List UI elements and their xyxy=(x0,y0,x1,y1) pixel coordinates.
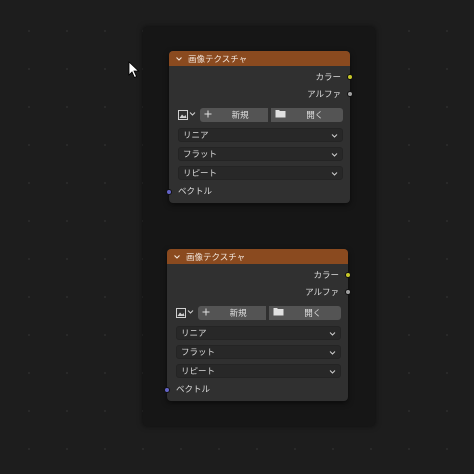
projection-value: フラット xyxy=(183,150,218,160)
extension-value: リピート xyxy=(181,367,216,377)
input-vector-label: ベクトル xyxy=(178,187,213,197)
chevron-down-icon xyxy=(329,349,336,356)
chevron-down-icon xyxy=(331,132,338,139)
new-image-label: 新規 xyxy=(229,309,247,319)
output-color-label: カラー xyxy=(313,270,339,281)
output-alpha-label: アルファ xyxy=(305,287,339,298)
input-vector-label: ベクトル xyxy=(176,385,211,395)
node-title: 画像テクスチャ xyxy=(186,252,246,263)
extension-dropdown[interactable]: リピート xyxy=(178,166,343,180)
color-output-socket[interactable] xyxy=(345,271,351,278)
input-vector-row: ベクトル xyxy=(166,183,350,199)
output-alpha-label: アルファ xyxy=(307,89,341,100)
interpolation-dropdown[interactable]: リニア xyxy=(176,326,341,340)
output-alpha-row: アルファ xyxy=(169,85,353,102)
folder-icon xyxy=(273,307,284,319)
chevron-down-icon xyxy=(189,110,196,120)
chevron-down-icon xyxy=(331,151,338,158)
node-title: 画像テクスチャ xyxy=(188,54,248,65)
projection-dropdown[interactable]: フラット xyxy=(176,345,341,359)
image-browse-button[interactable] xyxy=(176,306,196,320)
extension-value: リピート xyxy=(183,169,218,179)
node-header[interactable]: 画像テクスチャ xyxy=(169,51,350,66)
image-icon xyxy=(178,110,188,120)
output-color-row: カラー xyxy=(169,68,353,85)
interpolation-value: リニア xyxy=(181,329,207,339)
open-image-label: 開く xyxy=(304,309,322,319)
open-image-label: 開く xyxy=(306,111,324,121)
vector-input-socket[interactable] xyxy=(164,386,170,393)
image-selector-row: 新規 開く xyxy=(178,108,344,122)
image-texture-node-2[interactable]: 画像テクスチャ カラー アルファ 新規 開く リニア フラット リピート ベクト… xyxy=(164,249,351,401)
open-image-button[interactable]: 開く xyxy=(269,306,342,320)
chevron-down-icon[interactable] xyxy=(175,55,183,63)
output-color-label: カラー xyxy=(315,72,341,83)
alpha-output-socket[interactable] xyxy=(347,90,353,97)
chevron-down-icon xyxy=(329,330,336,337)
chevron-down-icon[interactable] xyxy=(173,253,181,261)
extension-dropdown[interactable]: リピート xyxy=(176,364,341,378)
interpolation-value: リニア xyxy=(183,131,209,141)
node-header[interactable]: 画像テクスチャ xyxy=(167,249,348,264)
image-texture-node-1[interactable]: 画像テクスチャ カラー アルファ 新規 開く リニア フラット リピート ベクト… xyxy=(166,51,353,203)
chevron-down-icon xyxy=(331,170,338,177)
new-image-button[interactable]: 新規 xyxy=(199,108,269,122)
new-image-label: 新規 xyxy=(231,111,249,121)
open-image-button[interactable]: 開く xyxy=(271,108,344,122)
output-color-row: カラー xyxy=(167,266,351,283)
chevron-down-icon xyxy=(329,368,336,375)
image-icon xyxy=(176,308,186,318)
mouse-cursor-icon xyxy=(128,61,140,79)
image-selector-row: 新規 開く xyxy=(176,306,342,320)
vector-input-socket[interactable] xyxy=(166,188,172,195)
plus-icon xyxy=(204,110,212,121)
input-vector-row: ベクトル xyxy=(164,381,348,397)
output-alpha-row: アルファ xyxy=(167,283,351,300)
alpha-output-socket[interactable] xyxy=(345,288,351,295)
projection-value: フラット xyxy=(181,348,216,358)
chevron-down-icon xyxy=(187,308,194,318)
projection-dropdown[interactable]: フラット xyxy=(178,147,343,161)
plus-icon xyxy=(202,308,210,319)
new-image-button[interactable]: 新規 xyxy=(197,306,267,320)
folder-icon xyxy=(275,109,286,121)
color-output-socket[interactable] xyxy=(347,73,353,80)
image-browse-button[interactable] xyxy=(178,108,198,122)
interpolation-dropdown[interactable]: リニア xyxy=(178,128,343,142)
